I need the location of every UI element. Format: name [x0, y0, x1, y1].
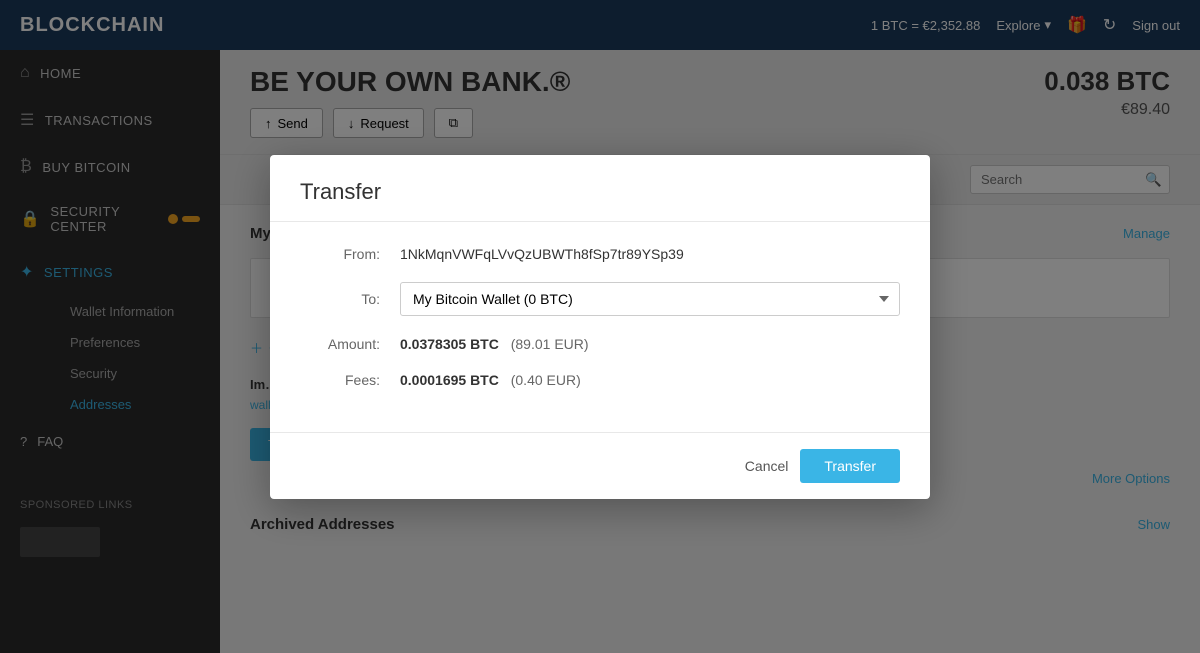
modal-from-row: From: 1NkMqnVWFqLVvQzUBWTh8fSp7tr89YSp39	[300, 246, 900, 262]
modal-amount-btc: 0.0378305 BTC	[400, 336, 499, 352]
modal-amount-label: Amount:	[300, 336, 380, 352]
modal-amount-row: Amount: 0.0378305 BTC (89.01 EUR)	[300, 336, 900, 352]
modal-body: From: 1NkMqnVWFqLVvQzUBWTh8fSp7tr89YSp39…	[270, 222, 930, 433]
modal-footer: Cancel Transfer	[270, 433, 930, 499]
modal-to-select[interactable]: My Bitcoin Wallet (0 BTC)	[400, 282, 900, 316]
modal-to-row: To: My Bitcoin Wallet (0 BTC)	[300, 282, 900, 316]
modal-from-label: From:	[300, 246, 380, 262]
modal-fees-label: Fees:	[300, 372, 380, 388]
modal-fees-eur: (0.40 EUR)	[511, 372, 581, 388]
transfer-modal: Transfer From: 1NkMqnVWFqLVvQzUBWTh8fSp7…	[270, 155, 930, 499]
modal-amount-value: 0.0378305 BTC (89.01 EUR)	[400, 336, 589, 352]
modal-to-label: To:	[300, 291, 380, 307]
modal-fees-row: Fees: 0.0001695 BTC (0.40 EUR)	[300, 372, 900, 388]
modal-from-address: 1NkMqnVWFqLVvQzUBWTh8fSp7tr89YSp39	[400, 246, 684, 262]
transfer-button[interactable]: Transfer	[800, 449, 900, 483]
modal-amount-eur: (89.01 EUR)	[511, 336, 589, 352]
modal-fees-value: 0.0001695 BTC (0.40 EUR)	[400, 372, 581, 388]
modal-title: Transfer	[300, 179, 900, 205]
modal-header: Transfer	[270, 155, 930, 222]
modal-overlay: Transfer From: 1NkMqnVWFqLVvQzUBWTh8fSp7…	[0, 0, 1200, 653]
modal-fees-btc: 0.0001695 BTC	[400, 372, 499, 388]
cancel-button[interactable]: Cancel	[745, 458, 789, 474]
